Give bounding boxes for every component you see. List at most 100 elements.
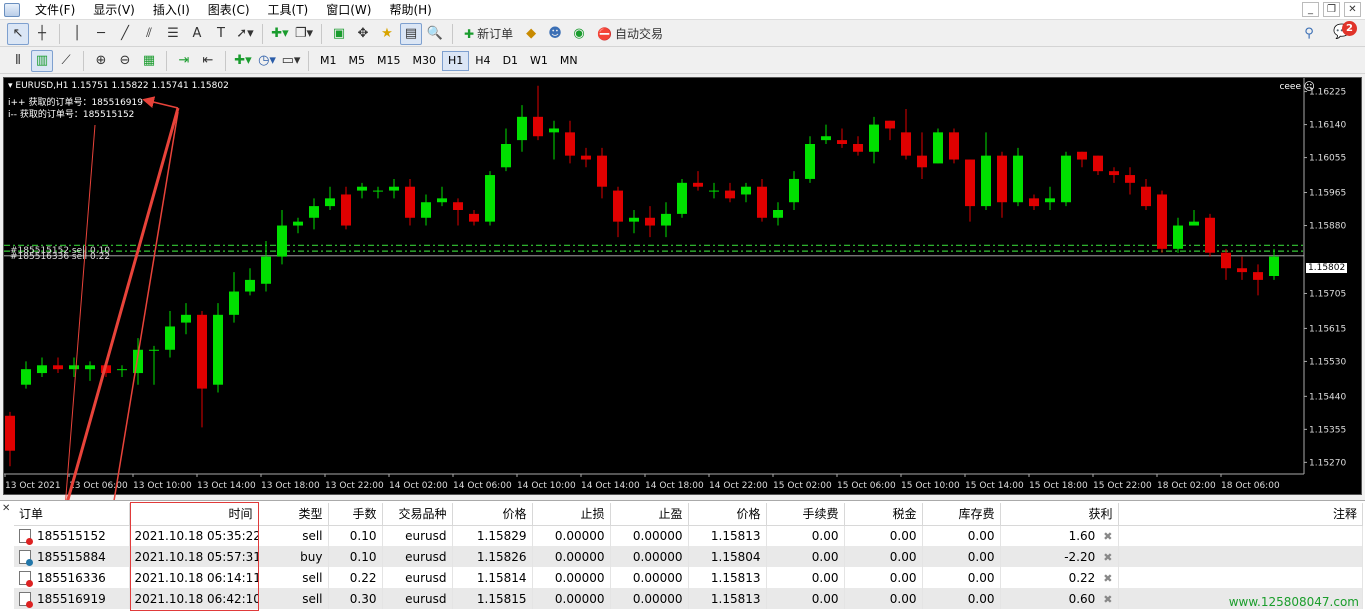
- arrows-icon[interactable]: ➚▾: [234, 23, 256, 45]
- order-tp: 0.00000: [610, 525, 689, 546]
- table-row[interactable]: 185515884 2021.10.18 05:57:31 buy 0.10 e…: [14, 546, 1363, 567]
- line-chart-icon[interactable]: ⟋: [55, 50, 77, 72]
- candle-body: [629, 217, 639, 222]
- timeframe-m5[interactable]: M5: [343, 51, 372, 71]
- close-order-icon[interactable]: ✖: [1103, 593, 1112, 606]
- candle-body: [869, 124, 879, 152]
- price-tick-label: 1.16140: [1309, 121, 1346, 131]
- new-chart-icon[interactable]: ✚▾: [269, 23, 291, 45]
- horizontal-line-icon[interactable]: ─: [90, 23, 112, 45]
- favorites-icon[interactable]: ★: [376, 23, 398, 45]
- order-profit: 1.60: [1068, 528, 1096, 543]
- new-order-button[interactable]: ✚ 新订单: [459, 23, 518, 45]
- col-swap[interactable]: 库存费: [922, 503, 1001, 526]
- candle-body: [469, 213, 479, 222]
- candlestick-chart: 1.162251.161401.160551.159651.158801.157…: [4, 78, 1346, 491]
- menu-help[interactable]: 帮助(H): [380, 0, 440, 20]
- close-order-icon[interactable]: ✖: [1103, 530, 1112, 543]
- close-order-icon[interactable]: ✖: [1103, 551, 1112, 564]
- fibonacci-icon[interactable]: ☰: [162, 23, 184, 45]
- market-watch-icon[interactable]: ▣: [328, 23, 350, 45]
- candle-body: [373, 190, 383, 192]
- profiles-icon[interactable]: ❐▾: [293, 23, 315, 45]
- close-icon[interactable]: ✕: [1344, 2, 1361, 17]
- candle-body: [1109, 171, 1119, 176]
- col-time[interactable]: 时间: [129, 503, 259, 526]
- strategy-tester-icon[interactable]: 🔍: [424, 23, 446, 45]
- chart-window[interactable]: 1.16225 1.16140 1.16055 1.15965 1.15880 1.157…: [3, 77, 1362, 495]
- periods-clock-icon[interactable]: ◷▾: [256, 50, 278, 72]
- col-comment[interactable]: 注释: [1118, 503, 1363, 526]
- order-comment: [1118, 567, 1363, 588]
- equidistant-channel-icon[interactable]: ⫽: [138, 23, 160, 45]
- restore-icon[interactable]: ❐: [1323, 2, 1340, 17]
- indicators-icon[interactable]: ✚▾: [232, 50, 254, 72]
- ea-smiley-icon[interactable]: ☹: [1304, 80, 1315, 93]
- crosshair-icon[interactable]: ┼: [31, 23, 53, 45]
- bar-chart-icon[interactable]: ⫴: [7, 50, 29, 72]
- order-type: sell: [258, 525, 329, 546]
- timeframe-m1[interactable]: M1: [314, 51, 343, 71]
- zoom-out-icon[interactable]: ⊖: [114, 50, 136, 72]
- trendline-icon[interactable]: ╱: [114, 23, 136, 45]
- menu-insert[interactable]: 插入(I): [144, 0, 199, 20]
- time-tick-label: 15 Oct 18:00: [1029, 481, 1088, 491]
- terminal-icon[interactable]: ▤: [400, 22, 422, 45]
- candle-body: [341, 194, 351, 226]
- menu-view[interactable]: 显示(V): [84, 0, 144, 20]
- table-row[interactable]: 185516336 2021.10.18 06:14:11 sell 0.22 …: [14, 567, 1363, 588]
- sell-order-icon: [19, 570, 33, 587]
- col-price[interactable]: 价格: [452, 503, 533, 526]
- zoom-in-icon[interactable]: ⊕: [90, 50, 112, 72]
- templates-icon[interactable]: ▭▾: [280, 50, 302, 72]
- timeframe-w1[interactable]: W1: [524, 51, 554, 71]
- timeframe-d1[interactable]: D1: [497, 51, 524, 71]
- text-icon[interactable]: A: [186, 23, 208, 45]
- col-profit[interactable]: 获利: [1000, 503, 1119, 526]
- metaeditor-icon[interactable]: ◆: [520, 23, 542, 45]
- text-label-icon[interactable]: T: [210, 23, 232, 45]
- account-icon[interactable]: ☻: [544, 23, 566, 45]
- col-sl[interactable]: 止损: [532, 503, 611, 526]
- toolbar-separator: [83, 50, 84, 71]
- charts-toolbar: ⫴ ▥ ⟋ ⊕ ⊖ ▦ ⇥ ⇤ ✚▾ ◷▾ ▭▾ M1 M5 M15 M30 H…: [0, 48, 1365, 74]
- order-swap: 0.00: [922, 567, 1001, 588]
- timeframe-h4[interactable]: H4: [469, 51, 496, 71]
- timeframe-m30[interactable]: M30: [407, 51, 443, 71]
- col-tp[interactable]: 止盈: [610, 503, 689, 526]
- timeframe-h1[interactable]: H1: [442, 50, 470, 71]
- candlestick-chart-icon[interactable]: ▥: [31, 49, 53, 72]
- col-tax[interactable]: 税金: [844, 503, 923, 526]
- search-icon[interactable]: ⚲: [1298, 23, 1320, 45]
- notifications-icon[interactable]: 💬 2: [1333, 20, 1357, 44]
- price-tick-label: 1.15270: [1309, 458, 1346, 468]
- timeframe-mn[interactable]: MN: [554, 51, 584, 71]
- navigator-icon[interactable]: ✥: [352, 23, 374, 45]
- timeframe-m15[interactable]: M15: [371, 51, 407, 71]
- candle-body: [805, 144, 815, 179]
- close-order-icon[interactable]: ✖: [1103, 572, 1112, 585]
- chart-shift-icon[interactable]: ⇥: [173, 50, 195, 72]
- auto-scroll-icon[interactable]: ⇤: [197, 50, 219, 72]
- col-symbol[interactable]: 交易品种: [382, 503, 453, 526]
- table-row[interactable]: 185515152 2021.10.18 05:35:22 sell 0.10 …: [14, 525, 1363, 546]
- minimize-icon[interactable]: _: [1302, 2, 1319, 17]
- vertical-line-icon[interactable]: │: [66, 23, 88, 45]
- cursor-icon[interactable]: ↖: [7, 22, 29, 45]
- col-commission[interactable]: 手续费: [766, 503, 845, 526]
- tile-windows-icon[interactable]: ▦: [138, 50, 160, 72]
- order-type: buy: [258, 546, 329, 567]
- terminal-close-icon[interactable]: ✕: [2, 503, 10, 514]
- col-order[interactable]: 订单: [14, 503, 130, 526]
- time-tick-label: 15 Oct 06:00: [837, 481, 896, 491]
- menu-tools[interactable]: 工具(T): [259, 0, 318, 20]
- col-cur-price[interactable]: 价格: [688, 503, 767, 526]
- col-type[interactable]: 类型: [258, 503, 329, 526]
- signals-icon[interactable]: ◉: [568, 23, 590, 45]
- menu-window[interactable]: 窗口(W): [317, 0, 380, 20]
- auto-trading-button[interactable]: ⛔ 自动交易: [592, 23, 668, 45]
- menu-file[interactable]: 文件(F): [26, 0, 84, 20]
- table-row[interactable]: 185516919 2021.10.18 06:42:10 sell 0.30 …: [14, 588, 1363, 609]
- col-lots[interactable]: 手数: [328, 503, 383, 526]
- menu-charts[interactable]: 图表(C): [199, 0, 259, 20]
